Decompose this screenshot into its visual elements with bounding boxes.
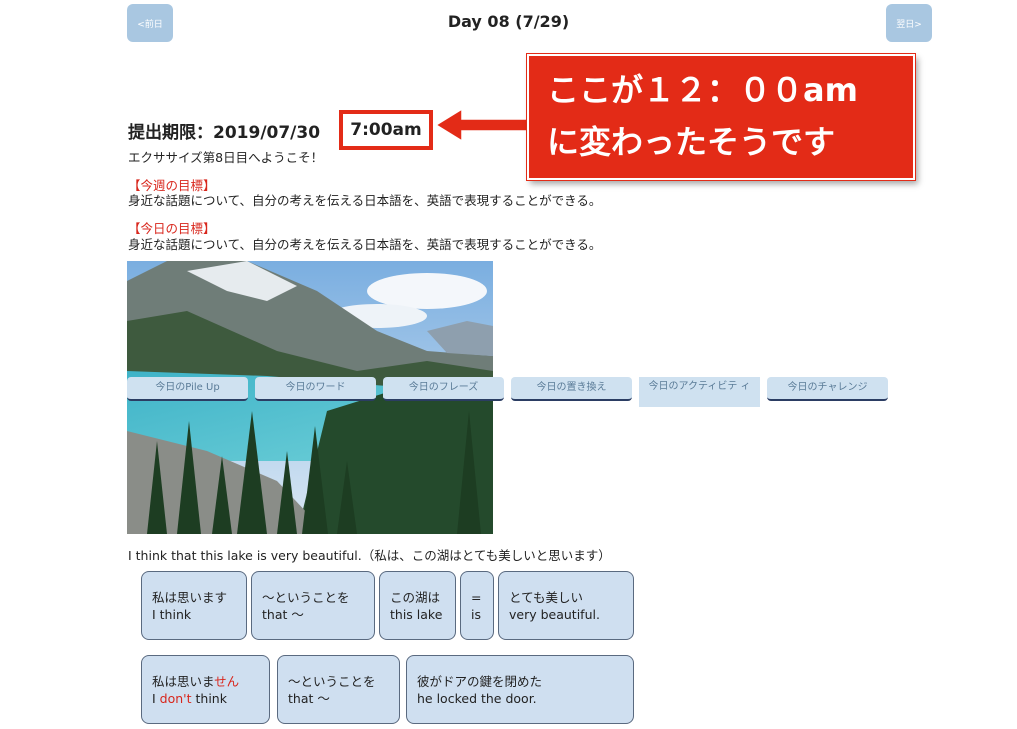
callout-line-2: に変わったそうです xyxy=(547,123,836,161)
card-english: this lake xyxy=(390,607,443,622)
weekly-goal-text: 身近な話題について、自分の考えを伝える日本語を、英語で表現することができる。 xyxy=(128,193,602,208)
daily-goal-text: 身近な話題について、自分の考えを伝える日本語を、英語で表現することができる。 xyxy=(128,237,602,252)
card-english: that 〜 xyxy=(262,607,304,622)
card-japanese: = xyxy=(471,590,482,605)
card-japanese: 〜ということを xyxy=(288,674,376,689)
example-sentence: I think that this lake is very beautiful… xyxy=(128,548,611,563)
deadline-label: 提出期限：2019/07/30 xyxy=(128,123,321,143)
phrase-card: = is xyxy=(460,571,494,640)
phrase-card: この湖は this lake xyxy=(379,571,456,640)
deadline-time: 7:00am xyxy=(350,120,422,140)
card-japanese: 私は思いません xyxy=(152,674,240,689)
annotation-callout: ここが１２：００am に変わったそうです xyxy=(527,54,915,180)
tab-challenge[interactable]: 今日のチャレンジ xyxy=(767,377,888,401)
card-english: he locked the door. xyxy=(417,691,537,706)
card-english: I don't think xyxy=(152,691,227,706)
phrase-card: 彼がドアの鍵を閉めた he locked the door. xyxy=(406,655,634,724)
phrase-card: 私は思います I think xyxy=(141,571,247,640)
phrase-card: 私は思いません I don't think xyxy=(141,655,270,724)
next-day-button[interactable]: 翌日> xyxy=(886,4,932,42)
negation-highlight: don't xyxy=(159,691,192,706)
tab-pile-up[interactable]: 今日のPile Up xyxy=(127,377,248,401)
phrase-card: 〜ということを that 〜 xyxy=(277,655,400,724)
card-english: is xyxy=(471,607,481,622)
card-english: that 〜 xyxy=(288,691,330,706)
card-japanese: とても美しい xyxy=(509,590,584,605)
phrase-card: とても美しい very beautiful. xyxy=(498,571,634,640)
tab-word[interactable]: 今日のワード xyxy=(255,377,376,401)
card-japanese: この湖は xyxy=(390,590,441,605)
arrow-left-icon xyxy=(436,107,530,143)
welcome-text: エクササイズ第8日目へようこそ！ xyxy=(128,150,324,165)
phrase-card: 〜ということを that 〜 xyxy=(251,571,375,640)
card-english: very beautiful. xyxy=(509,607,600,622)
card-japanese: 〜ということを xyxy=(262,590,350,605)
page-title: Day 08 (7/29) xyxy=(447,12,570,31)
card-japanese: 私は思います xyxy=(152,590,228,605)
tab-activity[interactable]: 今日のアクティビテ ィ xyxy=(639,377,760,407)
deadline-time-highlight: 7:00am xyxy=(339,110,433,150)
card-english: I think xyxy=(152,607,192,622)
tab-phrase[interactable]: 今日のフレーズ xyxy=(383,377,504,401)
negation-highlight: せん xyxy=(214,674,240,689)
card-japanese: 彼がドアの鍵を閉めた xyxy=(417,674,543,689)
tab-substitution[interactable]: 今日の置き換え xyxy=(511,377,632,401)
callout-line-1: ここが１２：００am xyxy=(547,71,858,109)
